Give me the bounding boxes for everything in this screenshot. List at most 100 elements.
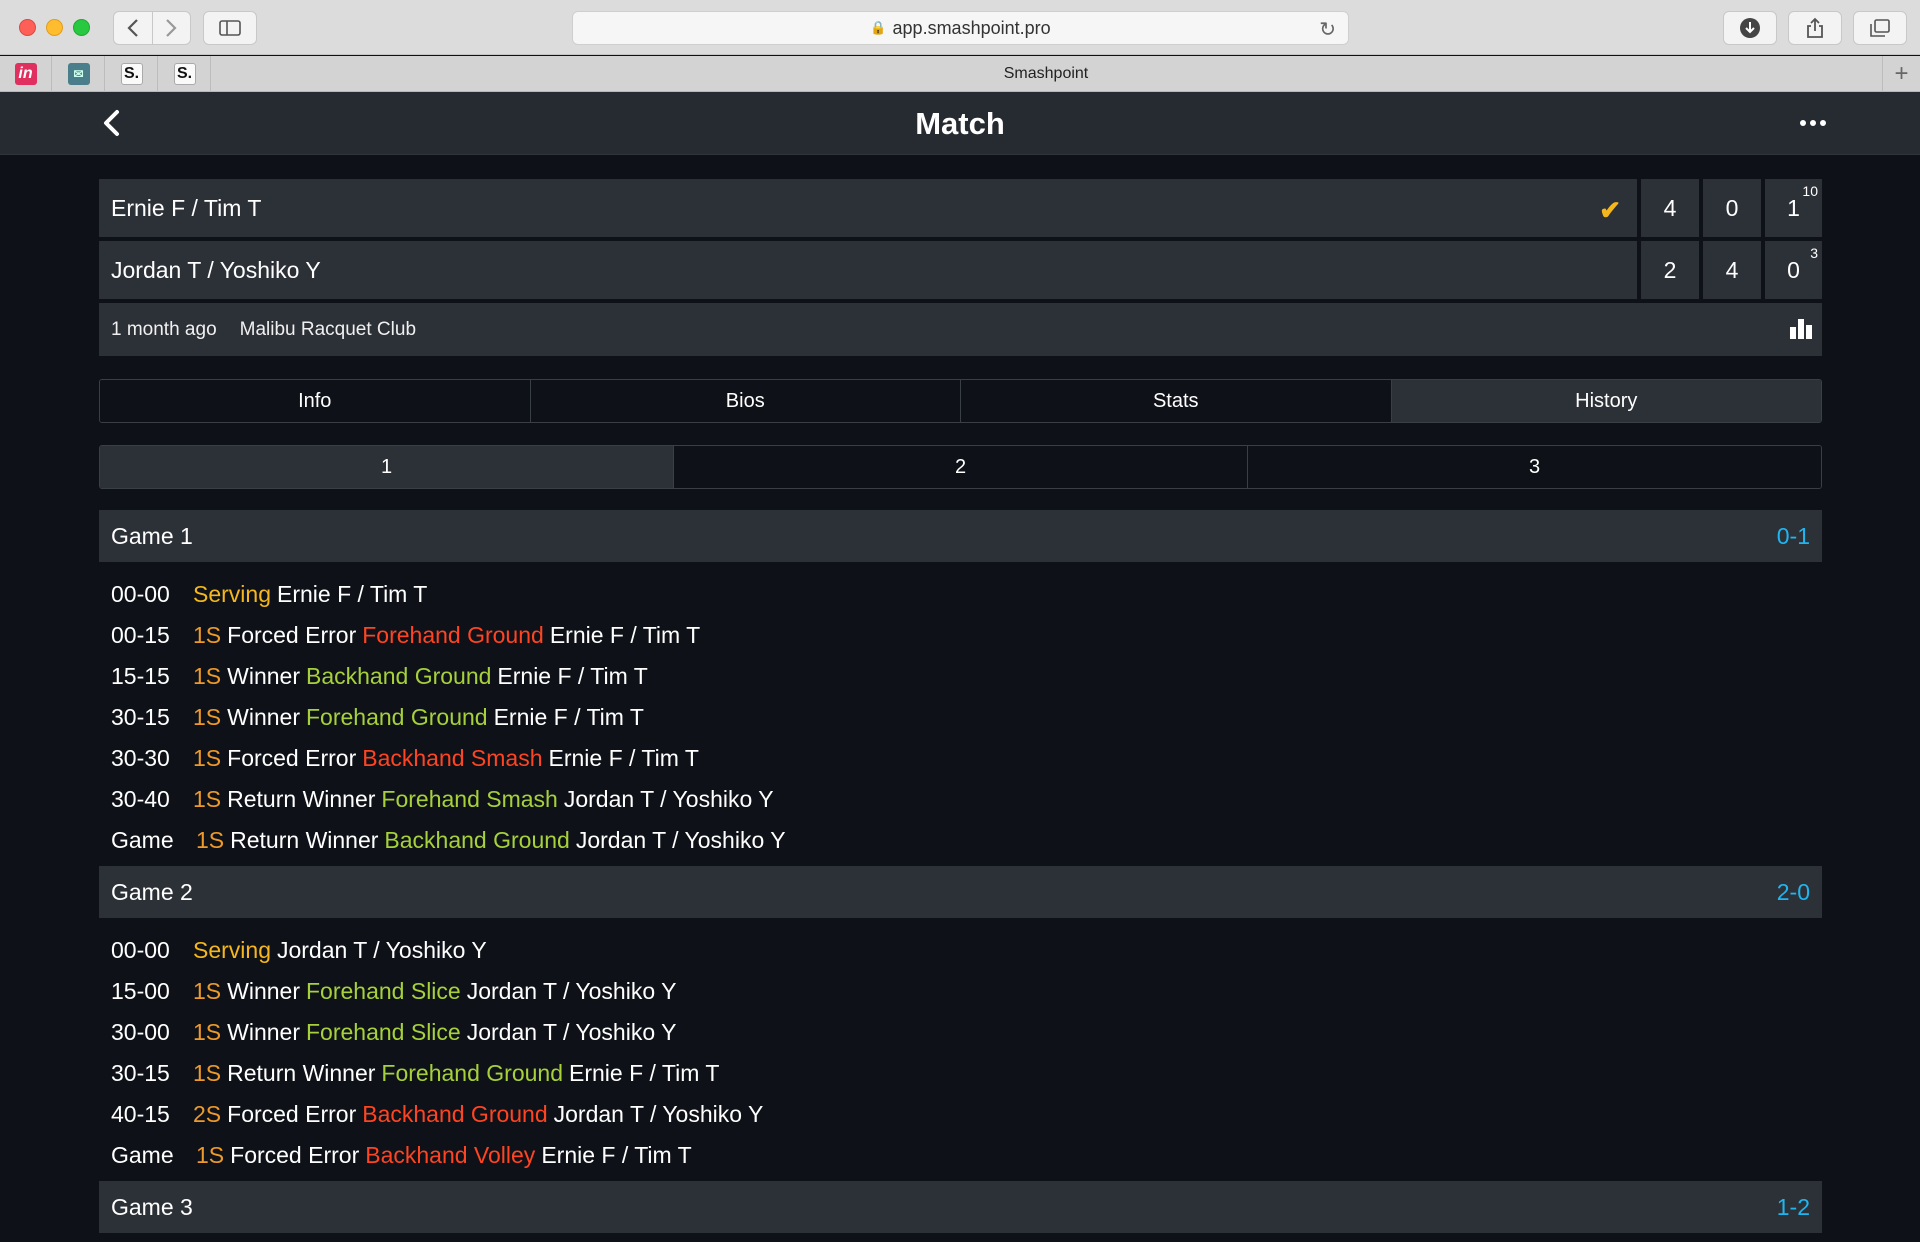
share-button[interactable] xyxy=(1788,11,1842,45)
mail-icon: ✉ xyxy=(67,63,90,85)
set-score: 2 xyxy=(1641,241,1699,299)
set-score-cell: 1 10 xyxy=(1765,179,1822,237)
team-name: Jordan T / Yoshiko Y xyxy=(111,256,321,283)
chevron-left-icon xyxy=(104,110,119,136)
point-kind: Return Winner xyxy=(227,786,376,812)
game-header[interactable]: Game 3 1-2 xyxy=(99,1181,1822,1233)
point-team: Ernie F / Tim T xyxy=(569,1060,720,1086)
point-row: 30-30 1S Forced Error Backhand Smash Ern… xyxy=(111,738,1811,779)
tabs-overview-icon xyxy=(1870,19,1890,37)
point-score: Game xyxy=(111,1142,174,1168)
point-team: Jordan T / Yoshiko Y xyxy=(466,978,677,1004)
plus-icon: + xyxy=(1894,60,1909,87)
game-header[interactable]: Game 2 2-0 xyxy=(99,866,1822,918)
point-score: Game xyxy=(111,827,174,853)
tab-history[interactable]: History xyxy=(1391,380,1821,422)
point-team: Jordan T / Yoshiko Y xyxy=(553,1101,764,1127)
set-tab-1[interactable]: 1 xyxy=(100,446,674,488)
more-dots-icon xyxy=(1810,120,1816,126)
match-tabs: Info Bios Stats History xyxy=(99,379,1822,423)
game-score: 2-0 xyxy=(1776,879,1810,905)
game-score: 1-2 xyxy=(1776,1194,1810,1220)
show-tabs-button[interactable] xyxy=(1853,11,1907,45)
favorite-invision[interactable]: in xyxy=(0,56,52,92)
chevron-right-icon xyxy=(166,19,177,37)
point-score: 40-15 xyxy=(111,1101,170,1127)
lock-icon: 🔒 xyxy=(870,20,887,35)
set-tab-2[interactable]: 2 xyxy=(674,446,1248,488)
tiebreak-score: 3 xyxy=(1810,245,1818,261)
browser-back-button[interactable] xyxy=(114,12,153,44)
point-serve: 1S xyxy=(193,978,222,1004)
tab-bios[interactable]: Bios xyxy=(530,380,961,422)
point-row: 15-15 1S Winner Backhand Ground Ernie F … xyxy=(111,656,1811,697)
back-button[interactable] xyxy=(96,106,126,140)
new-tab-button[interactable]: + xyxy=(1882,56,1920,92)
point-kind: Forced Error xyxy=(227,745,357,771)
game-title: Game 2 xyxy=(111,878,193,905)
address-bar[interactable]: 🔒 app.smashpoint.pro ↻ xyxy=(572,11,1349,45)
chevron-left-icon xyxy=(127,19,138,37)
tab-info[interactable]: Info xyxy=(100,380,531,422)
winner-check-icon: ✔ xyxy=(1599,195,1621,225)
set-tab-3[interactable]: 3 xyxy=(1248,446,1821,488)
tab-title[interactable]: Smashpoint xyxy=(211,56,1881,92)
point-serve: 1S xyxy=(193,1019,222,1045)
point-serve: 1S xyxy=(193,622,222,648)
point-score: 00-15 xyxy=(111,622,170,648)
point-kind: Forced Error xyxy=(230,1142,360,1168)
point-score: 00-00 xyxy=(111,937,170,963)
game-header[interactable]: Game 1 0-1 xyxy=(99,510,1822,562)
minimize-window-button[interactable] xyxy=(46,19,63,36)
sidebar-icon xyxy=(219,20,241,36)
point-serve: 1S xyxy=(193,1060,222,1086)
url-text: app.smashpoint.pro xyxy=(892,17,1051,38)
favorite-smashpoint-1[interactable]: S. xyxy=(106,56,158,92)
bar-chart-icon-bar xyxy=(1798,319,1804,339)
set-score: 0 xyxy=(1703,179,1761,237)
team-name: Ernie F / Tim T xyxy=(111,194,262,221)
point-shot: Backhand Ground xyxy=(384,827,570,853)
match-venue: Malibu Racquet Club xyxy=(239,318,417,340)
point-team: Jordan T / Yoshiko Y xyxy=(575,827,786,853)
point-score: 30-00 xyxy=(111,1019,170,1045)
point-kind: Forced Error xyxy=(227,1101,357,1127)
browser-titlebar: 🔒 app.smashpoint.pro ↻ xyxy=(0,0,1920,55)
zoom-window-button[interactable] xyxy=(73,19,90,36)
point-kind: Serving xyxy=(193,937,271,963)
page-title: Match xyxy=(915,105,1005,141)
bar-chart-icon-bar xyxy=(1790,327,1796,339)
point-kind: Return Winner xyxy=(227,1060,376,1086)
tab-stats[interactable]: Stats xyxy=(961,380,1392,422)
browser-forward-button[interactable] xyxy=(153,12,191,44)
favorites-bar: in ✉ S. S. Smashpoint + xyxy=(0,56,1920,92)
point-serve: 1S xyxy=(196,1142,225,1168)
point-row: 30-15 1S Return Winner Forehand Ground E… xyxy=(111,1053,1811,1094)
point-serve: 1S xyxy=(193,786,222,812)
favorite-smashpoint-2[interactable]: S. xyxy=(159,56,211,92)
point-kind: Serving xyxy=(193,581,271,607)
set-tabs: 1 2 3 xyxy=(99,445,1822,489)
favorite-mail[interactable]: ✉ xyxy=(53,56,105,92)
point-shot: Backhand Volley xyxy=(365,1142,536,1168)
bar-chart-icon[interactable] xyxy=(1790,317,1812,339)
point-team: Jordan T / Yoshiko Y xyxy=(466,1019,677,1045)
sidebar-toggle-button[interactable] xyxy=(203,11,257,45)
point-row: 00-00 Serving Ernie F / Tim T xyxy=(111,574,1811,615)
close-window-button[interactable] xyxy=(19,19,36,36)
point-kind: Forced Error xyxy=(227,622,357,648)
reload-icon[interactable]: ↻ xyxy=(1319,17,1336,42)
downloads-button[interactable] xyxy=(1723,11,1777,45)
point-serve: 1S xyxy=(193,745,222,771)
more-options-button[interactable] xyxy=(1796,108,1830,138)
point-team: Jordan T / Yoshiko Y xyxy=(276,937,487,963)
game-title: Game 3 xyxy=(111,1193,193,1220)
point-score: 30-15 xyxy=(111,704,170,730)
point-shot: Forehand Ground xyxy=(362,622,544,648)
invision-icon: in xyxy=(14,63,37,85)
team-name-cell: Ernie F / Tim T ✔ xyxy=(99,179,1637,237)
game-score: 0-1 xyxy=(1776,523,1810,549)
point-serve: 1S xyxy=(196,827,225,853)
app-header: Match xyxy=(0,92,1920,155)
point-team: Ernie F / Tim T xyxy=(548,745,699,771)
